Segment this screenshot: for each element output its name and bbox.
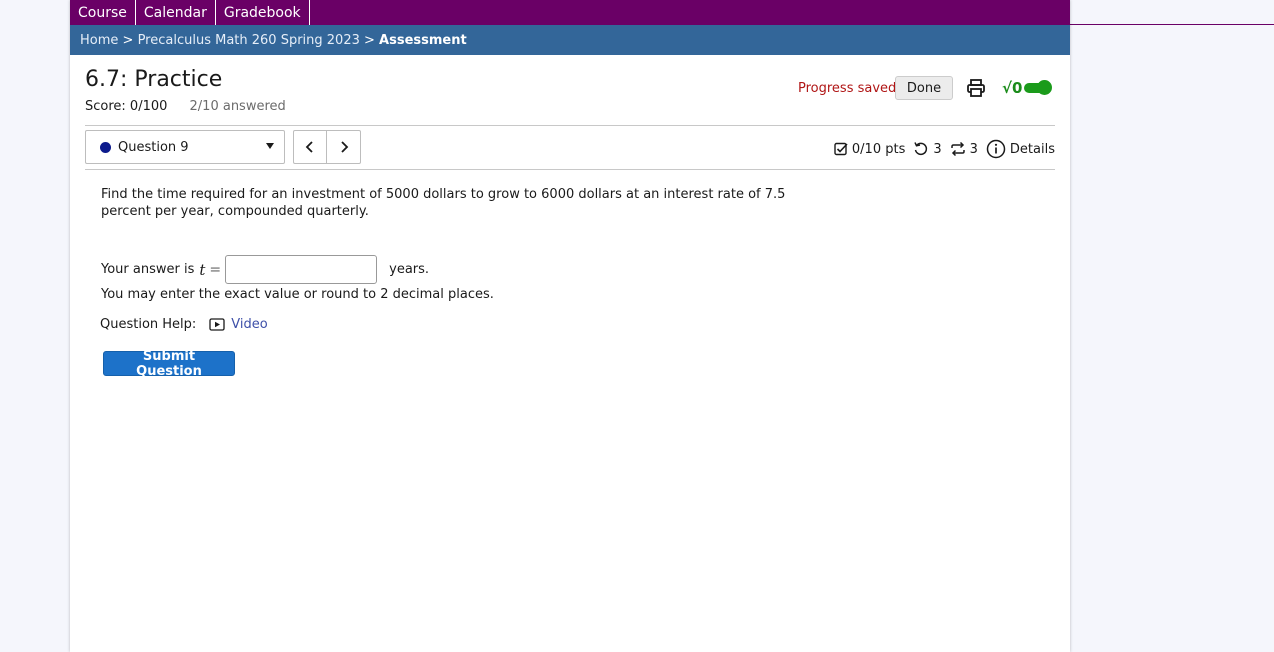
breadcrumb: Home > Precalculus Math 260 Spring 2023 … — [70, 25, 1070, 55]
question-status-dot — [100, 141, 111, 153]
toggle-knob — [1037, 80, 1053, 95]
nav-course[interactable]: Course — [70, 0, 136, 25]
question-meta: 0/10 pts 3 3 Details — [826, 138, 1055, 160]
points-value: 0/10 pts — [851, 141, 906, 157]
done-button[interactable]: Done — [895, 76, 953, 100]
breadcrumb-current: Assessment — [379, 32, 467, 48]
score-value: Score: 0/100 — [85, 99, 168, 114]
answered-count: 2/10 answered — [189, 99, 286, 114]
caret-down-icon — [266, 143, 274, 149]
page-title: 6.7: Practice — [85, 67, 223, 92]
score-line: Score: 0/100 2/10 answered — [85, 99, 286, 114]
question-help-label: Question Help: — [100, 317, 197, 332]
header-divider — [85, 125, 1055, 126]
chevron-left-icon — [305, 141, 313, 153]
answer-prefix: Your answer is — [101, 262, 195, 277]
nav-gradebook[interactable]: Gradebook — [216, 0, 310, 25]
sqrt-icon: √0 — [1002, 79, 1023, 97]
video-icon — [209, 318, 225, 331]
math-entry-toggle[interactable]: √0 — [1002, 78, 1053, 98]
answer-input[interactable] — [225, 255, 378, 284]
details-button[interactable]: Details — [986, 139, 1055, 159]
progress-saved-status: Progress saved — [798, 81, 897, 96]
regenerations-count: 3 — [969, 141, 978, 157]
question-help: Question Help: Video — [100, 317, 268, 332]
points-indicator: 0/10 pts — [834, 142, 905, 157]
retries-indicator: 3 — [913, 141, 942, 157]
answer-hint: You may enter the exact value or round t… — [101, 287, 494, 302]
breadcrumb-course[interactable]: Precalculus Math 260 Spring 2023 — [138, 33, 360, 48]
answer-variable: t — [199, 260, 206, 279]
question-select-label: Question 9 — [118, 139, 189, 155]
breadcrumb-home[interactable]: Home — [80, 33, 118, 48]
next-question-button[interactable] — [327, 130, 361, 164]
retry-icon — [914, 142, 928, 156]
header-underline — [1070, 24, 1274, 25]
video-link-label: Video — [231, 317, 268, 332]
meta-divider — [85, 169, 1055, 170]
answer-units: years. — [389, 262, 430, 277]
printer-icon[interactable] — [966, 78, 986, 98]
breadcrumb-separator: > — [118, 32, 138, 48]
answer-equals: = — [209, 261, 222, 278]
retries-count: 3 — [933, 141, 942, 157]
checkbox-icon — [834, 142, 848, 156]
question-select[interactable]: Question 9 — [85, 130, 285, 164]
nav-calendar[interactable]: Calendar — [136, 0, 216, 25]
regenerations-indicator: 3 — [950, 141, 978, 157]
page-container: Course Calendar Gradebook Home > Precalc… — [70, 0, 1070, 652]
question-text: Find the time required for an investment… — [101, 187, 786, 219]
submit-question-button[interactable]: Submit Question — [103, 349, 235, 379]
toggle-track — [1024, 80, 1053, 95]
video-help-link[interactable]: Video — [209, 317, 268, 332]
breadcrumb-separator: > — [359, 32, 380, 48]
answer-row: Your answer is t = years. — [101, 255, 429, 284]
details-label: Details — [1009, 141, 1055, 157]
info-icon — [986, 139, 1006, 159]
top-nav: Course Calendar Gradebook — [70, 0, 1070, 25]
repeat-icon — [950, 141, 965, 157]
chevron-right-icon — [340, 141, 348, 153]
previous-question-button[interactable] — [293, 130, 327, 164]
